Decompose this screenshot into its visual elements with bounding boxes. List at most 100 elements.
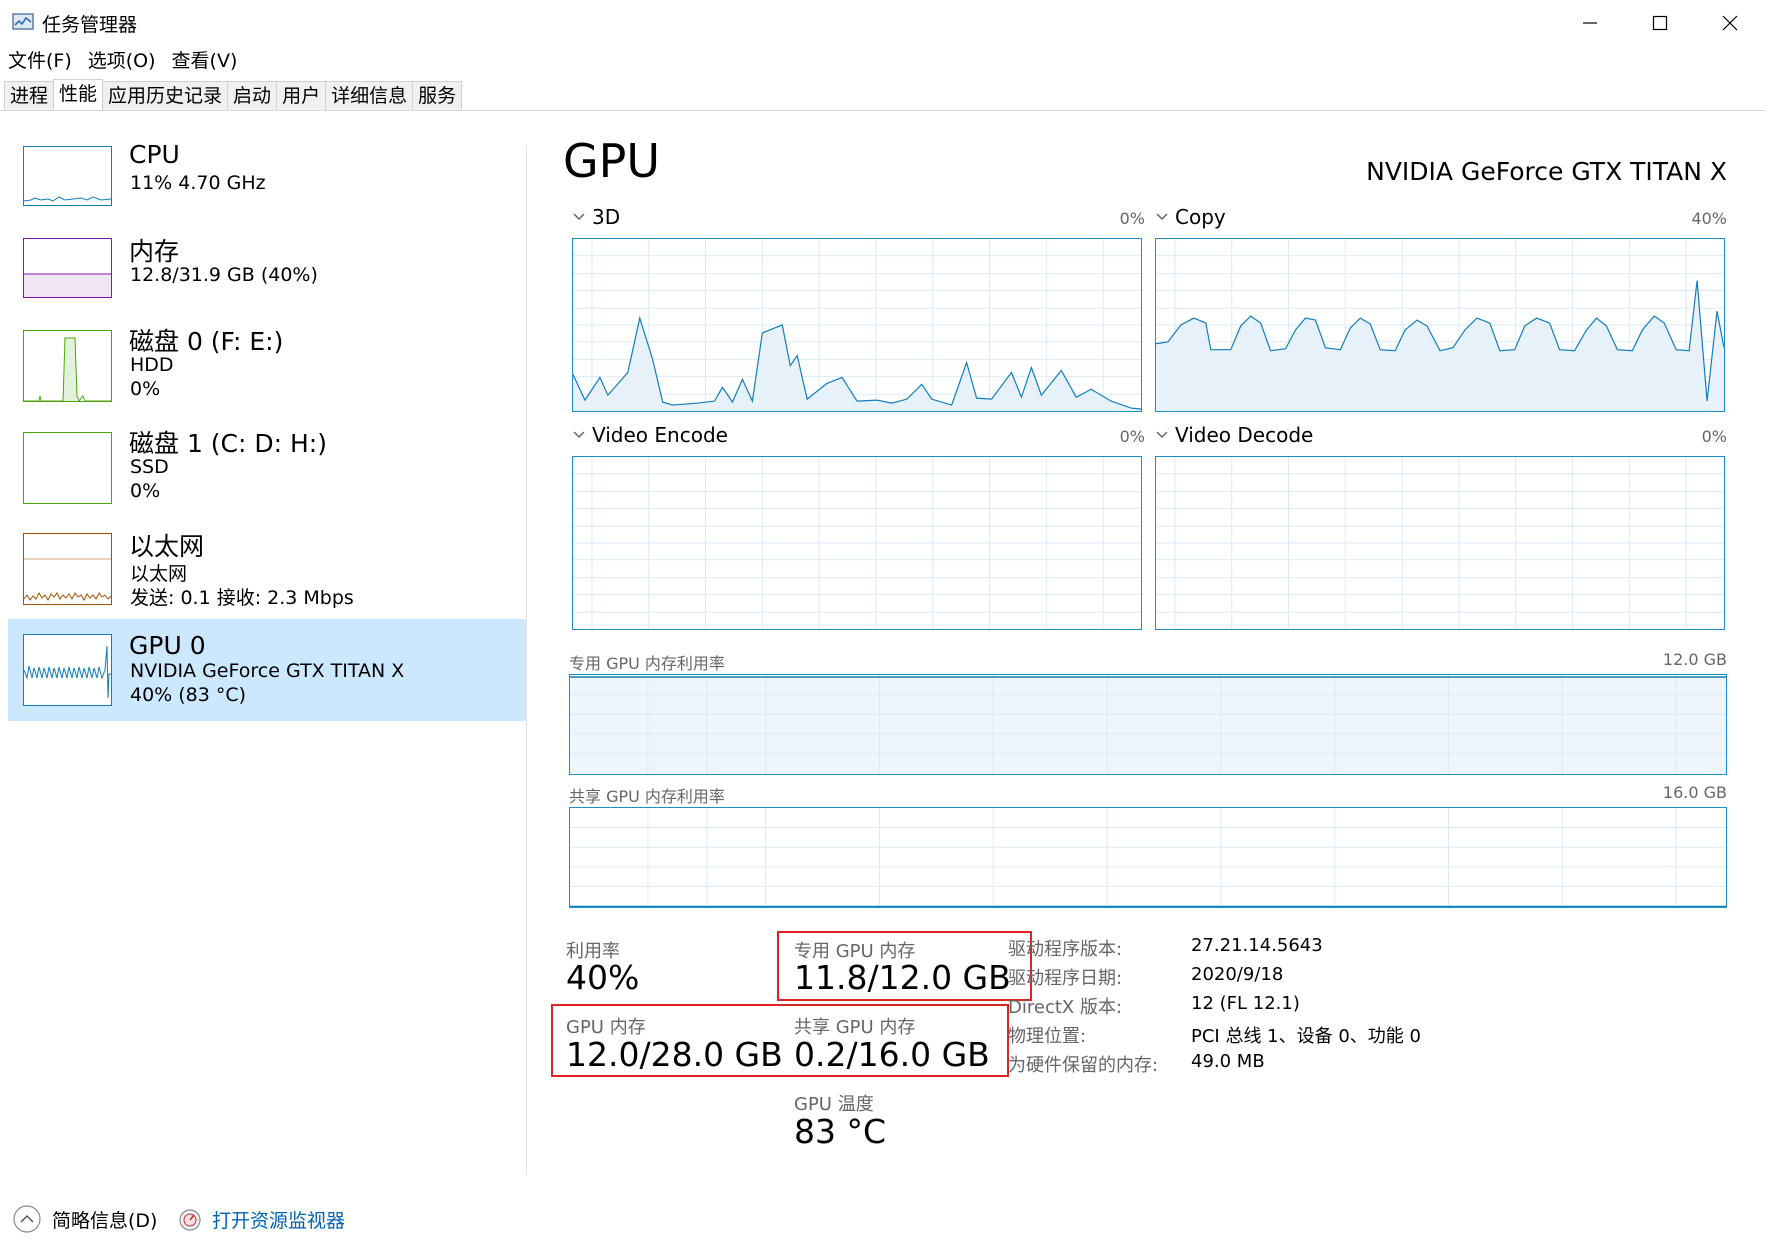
minimize-icon — [1583, 22, 1597, 24]
dedicated-mem-max: 12.0 GB — [1662, 650, 1727, 669]
graph-3d — [572, 238, 1142, 412]
sidebar-detail: 12.8/31.9 GB (40%) — [130, 264, 318, 286]
engine-selector-video-decode[interactable]: Video Decode — [1155, 423, 1313, 447]
cpu-thumbnail-graph — [23, 146, 112, 206]
shared-mem-label: 共享 GPU 内存利用率 — [569, 787, 725, 806]
sidebar-detail: SSD — [130, 456, 169, 478]
disk0-thumbnail-graph — [23, 330, 112, 402]
title-bar: 任务管理器 — [0, 0, 1765, 46]
graph-copy — [1155, 238, 1725, 412]
sidebar-item-memory[interactable]: 内存 12.8/31.9 GB (40%) — [8, 230, 526, 310]
sidebar-item-ethernet[interactable]: 以太网 以太网 发送: 0.1 接收: 2.3 Mbps — [8, 525, 526, 615]
tab-users[interactable]: 用户 — [276, 81, 327, 110]
directx-version-label: DirectX 版本: — [1008, 997, 1123, 1018]
driver-date-value: 2020/9/18 — [1191, 964, 1284, 985]
dedicated-mem-fill — [570, 676, 1726, 774]
driver-version-value: 27.21.14.5643 — [1191, 935, 1323, 956]
tab-app-history[interactable]: 应用历史记录 — [102, 81, 229, 110]
page-title: GPU — [563, 134, 661, 188]
engine-label: Video Decode — [1175, 423, 1314, 447]
menu-options[interactable]: 选项(O) — [80, 46, 164, 76]
open-resource-monitor-label: 打开资源监视器 — [212, 1210, 346, 1232]
graph-video-decode — [1155, 456, 1725, 630]
sidebar-title: CPU — [129, 140, 180, 169]
chevron-down-icon — [573, 431, 585, 439]
fewer-details-button[interactable]: 简略信息(D) — [12, 1204, 157, 1234]
utilization-value: 40% — [566, 958, 640, 997]
open-resource-monitor-link[interactable]: 打开资源监视器 — [178, 1206, 345, 1233]
gpu-thumbnail-graph — [23, 634, 112, 706]
directx-version-value: 12 (FL 12.1) — [1191, 993, 1300, 1014]
fewer-details-label: 简略信息(D) — [52, 1209, 158, 1232]
graph-dedicated-memory — [569, 674, 1727, 775]
sidebar-title: 以太网 — [129, 532, 205, 561]
physical-location-label: 物理位置: — [1008, 1026, 1087, 1047]
menu-bar: 文件(F) 选项(O) 查看(V) — [0, 46, 245, 76]
shared-mem-max: 16.0 GB — [1662, 783, 1727, 802]
footer-bar: 简略信息(D) 打开资源监视器 — [0, 1196, 1765, 1240]
engine-label: 3D — [592, 205, 621, 229]
sidebar-item-gpu0[interactable]: GPU 0 NVIDIA GeForce GTX TITAN X 40% (83… — [8, 619, 526, 721]
pane-divider[interactable] — [526, 145, 527, 1175]
close-icon — [1722, 15, 1738, 31]
tab-services[interactable]: 服务 — [412, 81, 463, 110]
sidebar-detail: HDD — [130, 354, 174, 376]
sidebar-item-cpu[interactable]: CPU 11% 4.70 GHz — [8, 138, 526, 218]
reserved-memory-label: 为硬件保留的内存: — [1008, 1055, 1159, 1076]
ethernet-thumbnail-graph — [23, 533, 112, 605]
sidebar-detail: 11% 4.70 GHz — [130, 172, 266, 194]
tab-bar: 进程 性能 应用历史记录 启动 用户 详细信息 服务 — [0, 79, 1765, 111]
sidebar-title: 磁盘 0 (F: E:) — [129, 327, 284, 356]
chevron-down-icon — [1156, 431, 1168, 439]
minimize-button[interactable] — [1555, 0, 1625, 46]
sidebar-detail: 0% — [130, 378, 161, 400]
sidebar-item-disk0[interactable]: 磁盘 0 (F: E:) HDD 0% — [8, 320, 526, 410]
graph-shared-memory — [569, 807, 1727, 908]
chevron-down-icon — [1156, 213, 1168, 221]
engine-percent: 0% — [1119, 209, 1145, 228]
sidebar-detail: 40% (83 °C) — [130, 684, 247, 706]
engine-selector-video-encode[interactable]: Video Encode — [572, 423, 728, 447]
window-title: 任务管理器 — [42, 14, 138, 36]
engine-label: Video Encode — [592, 423, 728, 447]
sidebar-title: 磁盘 1 (C: D: H:) — [129, 429, 327, 458]
sidebar-item-disk1[interactable]: 磁盘 1 (C: D: H:) SSD 0% — [8, 422, 526, 512]
dedicated-mem-label: 专用 GPU 内存利用率 — [569, 654, 725, 673]
memory-thumbnail-graph — [23, 238, 112, 298]
tab-startup[interactable]: 启动 — [227, 81, 278, 110]
gpu-temperature-value: 83 °C — [794, 1112, 887, 1151]
menu-file[interactable]: 文件(F) — [0, 46, 80, 76]
dedicated-memory-value: 11.8/12.0 GB — [794, 958, 1011, 997]
tab-details[interactable]: 详细信息 — [325, 81, 414, 110]
engine-selector-3d[interactable]: 3D — [572, 205, 620, 229]
reserved-memory-value: 49.0 MB — [1191, 1051, 1265, 1072]
tab-processes[interactable]: 进程 — [4, 81, 55, 110]
disk1-thumbnail-graph — [23, 432, 112, 504]
close-button[interactable] — [1695, 0, 1765, 46]
shared-mem-fill — [570, 905, 1726, 907]
tab-performance[interactable]: 性能 — [53, 79, 104, 110]
maximize-icon — [1652, 15, 1668, 31]
sidebar-detail: 0% — [130, 480, 161, 502]
engine-selector-copy[interactable]: Copy — [1155, 205, 1226, 229]
maximize-button[interactable] — [1625, 0, 1695, 46]
shared-memory-value: 0.2/16.0 GB — [794, 1035, 990, 1074]
engine-label: Copy — [1175, 205, 1226, 229]
chevron-up-circle-icon — [13, 1205, 41, 1233]
physical-location-value: PCI 总线 1、设备 0、功能 0 — [1191, 1026, 1421, 1047]
gpu-memory-value: 12.0/28.0 GB — [566, 1035, 783, 1074]
sidebar-detail: NVIDIA GeForce GTX TITAN X — [130, 660, 405, 682]
chevron-down-icon — [573, 213, 585, 221]
gpu-model-name: NVIDIA GeForce GTX TITAN X — [1366, 157, 1727, 186]
engine-percent: 40% — [1691, 209, 1727, 228]
sidebar-detail: 发送: 0.1 接收: 2.3 Mbps — [130, 587, 354, 609]
driver-version-label: 驱动程序版本: — [1008, 939, 1123, 960]
engine-percent: 0% — [1701, 427, 1727, 446]
sidebar-title: GPU 0 — [129, 631, 206, 660]
driver-date-label: 驱动程序日期: — [1008, 968, 1123, 989]
sidebar-detail: 以太网 — [130, 563, 188, 585]
task-manager-icon — [12, 13, 34, 30]
menu-view[interactable]: 查看(V) — [164, 46, 246, 76]
engine-percent: 0% — [1119, 427, 1145, 446]
graph-video-encode — [572, 456, 1142, 630]
